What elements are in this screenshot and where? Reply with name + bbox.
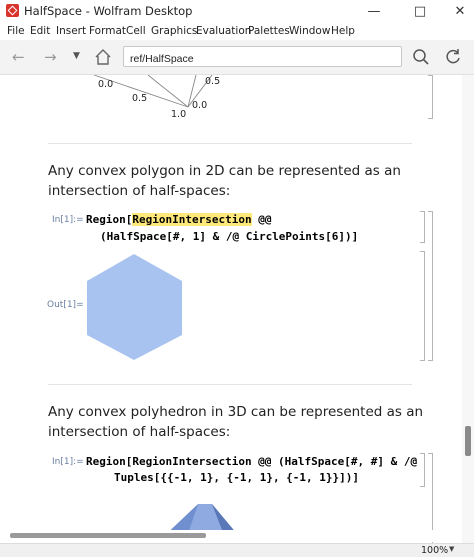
close-button[interactable]: ✕ [440,0,474,22]
menu-palettes[interactable]: Palettes [248,25,290,37]
input-code-line[interactable]: Region[RegionIntersection @@ (HalfSpace[… [86,455,417,468]
window-title: HalfSpace - Wolfram Desktop [24,4,193,18]
input-cell-bracket[interactable] [420,211,425,243]
vertical-scrollbar-thumb[interactable] [465,426,471,456]
home-icon[interactable] [93,47,113,67]
group-cell-bracket[interactable] [428,211,433,361]
wolfram-app-icon [6,4,19,17]
notebook-content: 0.5 0.0 0.5 0.0 1.0 Any convex polygon i… [0,75,462,543]
zoom-level[interactable]: 100% [421,545,448,556]
menu-graphics[interactable]: Graphics [151,25,197,37]
zoom-dropdown-icon[interactable]: ▼ [449,545,454,553]
input-label: In[1]:= [52,457,84,467]
address-input[interactable] [123,46,402,67]
menu-window[interactable]: Window [289,25,330,37]
search-icon[interactable] [411,47,431,67]
status-bar: 100% ▼ [0,543,474,557]
text-cell-line: Any convex polygon in 2D can be represen… [48,163,401,179]
maximize-button[interactable]: □ [400,0,440,22]
axis-tick-label: 1.0 [171,109,187,120]
refresh-icon[interactable] [443,47,463,67]
input-code-line[interactable]: Region[RegionIntersection @@ [86,213,271,226]
title-bar: HalfSpace - Wolfram Desktop — □ ✕ [0,0,474,22]
menu-help[interactable]: Help [331,25,355,37]
horizontal-scrollbar-thumb[interactable] [10,533,206,538]
text-cell-line: Any convex polyhedron in 3D can be repre… [48,404,424,420]
axis-tick-label: 0.0 [98,79,114,90]
highlighted-function: RegionIntersection [132,213,252,226]
menu-file[interactable]: File [7,25,25,37]
vertical-scrollbar[interactable] [462,75,474,543]
cell-bracket[interactable] [428,75,433,119]
axis-tick-label: 0.5 [132,93,148,104]
input-label: In[1]:= [52,215,84,225]
forward-arrow-icon[interactable]: → [44,48,57,66]
menu-edit[interactable]: Edit [30,25,50,37]
menu-cell[interactable]: Cell [126,25,146,37]
menu-insert[interactable]: Insert [56,25,86,37]
history-dropdown-icon[interactable]: ▼ [73,51,80,61]
hexagon-region-output[interactable] [86,253,184,361]
output-cell-bracket[interactable] [420,251,425,361]
axis-tick-label: 0.5 [205,76,221,87]
output-label: Out[1]= [47,300,84,310]
menu-bar: File Edit Insert Format Cell Graphics Ev… [0,22,474,40]
text-cell-line: intersection of half-spaces: [48,183,231,199]
section-divider [48,143,412,144]
text-cell-line: intersection of half-spaces: [48,424,231,440]
axis-tick-label: 0.0 [192,100,208,111]
input-cell-bracket[interactable] [420,453,425,487]
input-code-line[interactable]: Tuples[{{-1, 1}, {-1, 1}, {-1, 1}}])] [114,471,359,484]
minimize-button[interactable]: — [354,0,394,22]
back-arrow-icon[interactable]: ← [12,48,25,66]
input-code-line[interactable]: (HalfSpace[#, 1] & /@ CirclePoints[6])] [100,230,358,243]
menu-format[interactable]: Format [89,25,126,37]
section-divider [48,384,412,385]
menu-evaluation[interactable]: Evaluation [196,25,251,37]
